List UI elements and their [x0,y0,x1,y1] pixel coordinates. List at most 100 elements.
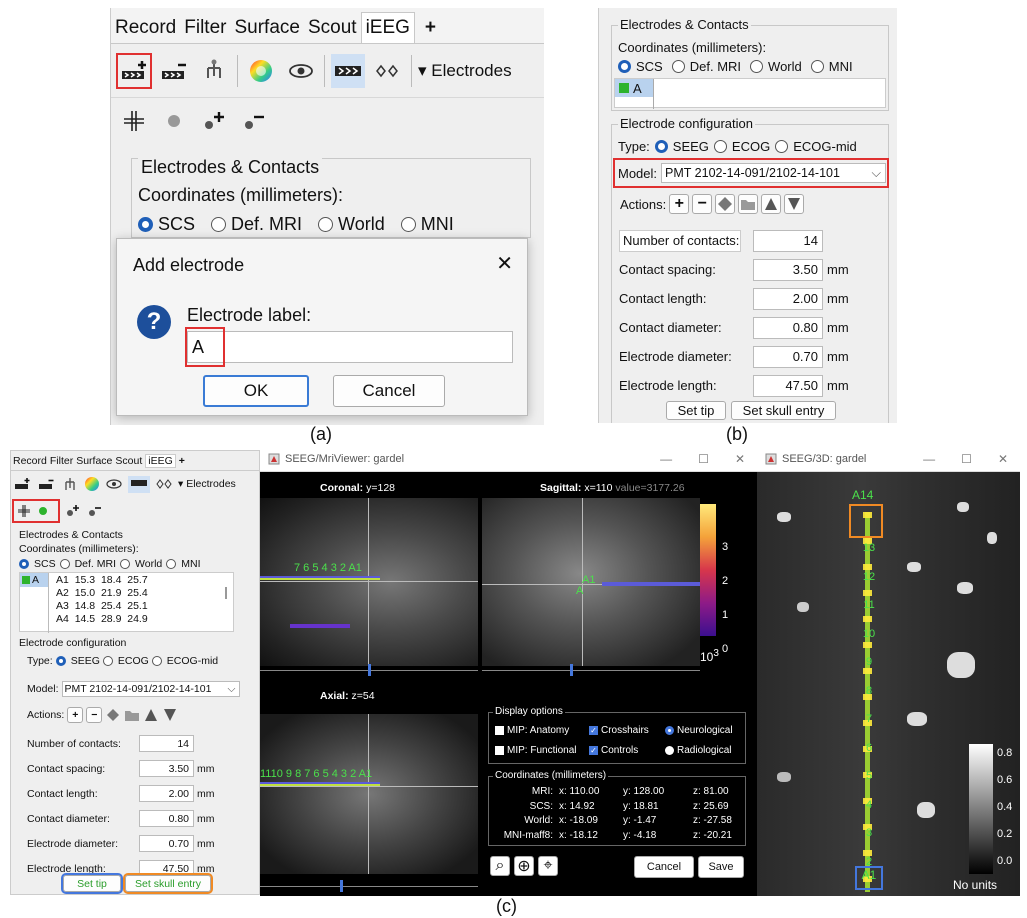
radiological-radio[interactable]: Radiological [665,745,731,756]
tab-surface[interactable]: Surface [76,455,112,467]
list-item[interactable]: A3 14.8 25.4 25.1 [56,600,148,613]
set-tip-button[interactable]: Set tip [61,873,123,894]
add-contact-button[interactable] [197,104,231,138]
import-button[interactable] [761,194,782,214]
maximize-icon[interactable]: ☐ [698,452,709,466]
model-icon-button[interactable] [715,194,736,214]
contact-length-input[interactable]: 2.00 [753,287,823,310]
electrode-length-input[interactable]: 47.50 [753,374,823,397]
dot-icon[interactable] [37,505,49,517]
radio-seeg[interactable]: SEEG [55,655,100,667]
radio-ecog[interactable]: ECOG [102,655,149,667]
radio-world[interactable]: World [120,558,162,570]
contact-diameter-input[interactable]: 0.80 [139,810,194,827]
add-electrode-icon[interactable] [14,477,32,491]
crosshair-button[interactable] [117,104,151,138]
radio-seeg[interactable]: SEEG [654,139,709,154]
controls-checkbox[interactable]: ✓ Controls [589,745,638,756]
electrode-label-input[interactable]: A [185,327,513,367]
import-icon[interactable] [143,707,159,723]
electrode-item-a[interactable]: A [20,573,48,587]
sagittal-view[interactable]: A1 A [482,498,700,666]
add-contact-icon[interactable] [65,503,81,517]
radio-ecog-mid[interactable]: ECOG-mid [775,139,857,154]
radio-def-mri[interactable]: Def. MRI [211,214,302,235]
display-tree-button[interactable] [197,54,231,88]
sagittal-slider[interactable] [482,670,700,671]
contact-spacing-input[interactable]: 3.50 [139,760,194,777]
num-contacts-input[interactable]: 14 [139,735,194,752]
tab-scout[interactable]: Scout [115,455,142,467]
ok-button[interactable]: OK [203,375,309,407]
electrodes-dropdown[interactable]: ▾ Electrodes [178,478,236,490]
tab-record[interactable]: Record [13,455,47,467]
add-electrode-button[interactable] [116,52,152,89]
radio-world[interactable]: World [318,214,385,235]
contact-button[interactable] [157,104,191,138]
tab-ieeg[interactable]: iEEG [145,453,176,468]
list-item[interactable]: A4 14.5 28.9 24.9 [56,613,148,626]
tab-add[interactable]: + [415,13,440,43]
close-icon[interactable]: ✕ [998,452,1008,466]
mip-functional-checkbox[interactable]: MIP: Functional [495,745,576,756]
radio-mni[interactable]: MNI [810,59,853,74]
color-wheel-icon[interactable] [84,476,100,492]
model-select[interactable]: PMT 2102-14-091/2102-14-101 ⌵ [61,681,240,697]
remove-electrode-button[interactable] [157,54,191,88]
radio-world[interactable]: World [750,59,802,74]
color-button[interactable] [244,54,278,88]
tree-icon[interactable] [62,476,78,492]
crosshairs-checkbox[interactable]: ✓ Crosshairs [589,725,649,736]
show-hide-button[interactable] [284,54,318,88]
3d-view[interactable]: A14 13 12 11 10 9 8 7 6 5 4 3 2 A1 0.8 0.6 0.4 0.2 0.0 … [757,472,1020,896]
contact-length-input[interactable]: 2.00 [139,785,194,802]
load-button[interactable] [738,194,759,214]
maximize-icon[interactable]: ☐ [961,452,972,466]
save-button[interactable]: Save [698,856,744,878]
add-model-button[interactable]: + [669,194,690,214]
tab-filter[interactable]: Filter [180,13,230,43]
tab-add[interactable]: + [179,455,185,467]
remove-contact-button[interactable] [237,104,271,138]
coronal-view[interactable]: 7 6 5 4 3 2 A1 [260,498,478,666]
eye-icon[interactable] [106,478,122,490]
radio-mni[interactable]: MNI [166,558,201,570]
electrodes-dropdown[interactable]: ▾ Electrodes [418,61,512,81]
tab-filter[interactable]: Filter [50,455,73,467]
radio-mni[interactable]: MNI [400,214,454,235]
radio-def-mri[interactable]: Def. MRI [671,59,741,74]
remove-model-button[interactable]: − [86,707,103,723]
electrode-diameter-input[interactable]: 0.70 [139,835,194,852]
zoom-out-icon[interactable]: ⌕ [490,856,510,876]
electrode-item-a[interactable]: A [615,79,653,97]
minimize-icon[interactable]: — [660,452,672,466]
radio-scs[interactable]: SCS [138,214,195,235]
num-contacts-input[interactable]: 14 [753,229,823,252]
tab-ieeg[interactable]: iEEG [360,12,415,43]
electrode-list[interactable]: A [614,78,886,109]
folder-icon[interactable] [124,708,140,722]
remove-electrode-icon[interactable] [38,477,56,491]
radio-scs[interactable]: SCS [19,558,56,570]
contact-diameter-input[interactable]: 0.80 [753,316,823,339]
electrode-list[interactable]: A A1 15.3 18.4 25.7 A2 15.0 21.9 25.4 A3… [19,572,234,633]
export-button[interactable] [784,194,805,214]
cancel-button[interactable]: Cancel [333,375,445,407]
tab-scout[interactable]: Scout [304,13,361,43]
diamond-icon[interactable] [105,707,121,723]
set-tip-button[interactable]: Set tip [666,401,726,420]
electrode-diameter-input[interactable]: 0.70 [753,345,823,368]
coronal-slider-handle[interactable] [368,664,371,676]
export-icon[interactable] [162,707,178,723]
close-icon[interactable]: ✕ [496,251,513,276]
axial-slider[interactable] [260,886,478,887]
set-skull-entry-button[interactable]: Set skull entry [123,873,213,894]
model-select[interactable]: PMT 2102-14-091/2102-14-101 ⌵ [661,163,887,183]
tab-record[interactable]: Record [111,13,180,43]
list-item[interactable]: A2 15.0 21.9 25.4 [56,587,148,600]
radio-scs[interactable]: SCS [618,59,663,74]
radio-ecog[interactable]: ECOG [713,139,770,154]
list-item[interactable]: A1 15.3 18.4 25.7 [56,574,148,587]
set-skull-entry-button[interactable]: Set skull entry [731,401,836,420]
contacts-icon[interactable] [156,479,172,489]
